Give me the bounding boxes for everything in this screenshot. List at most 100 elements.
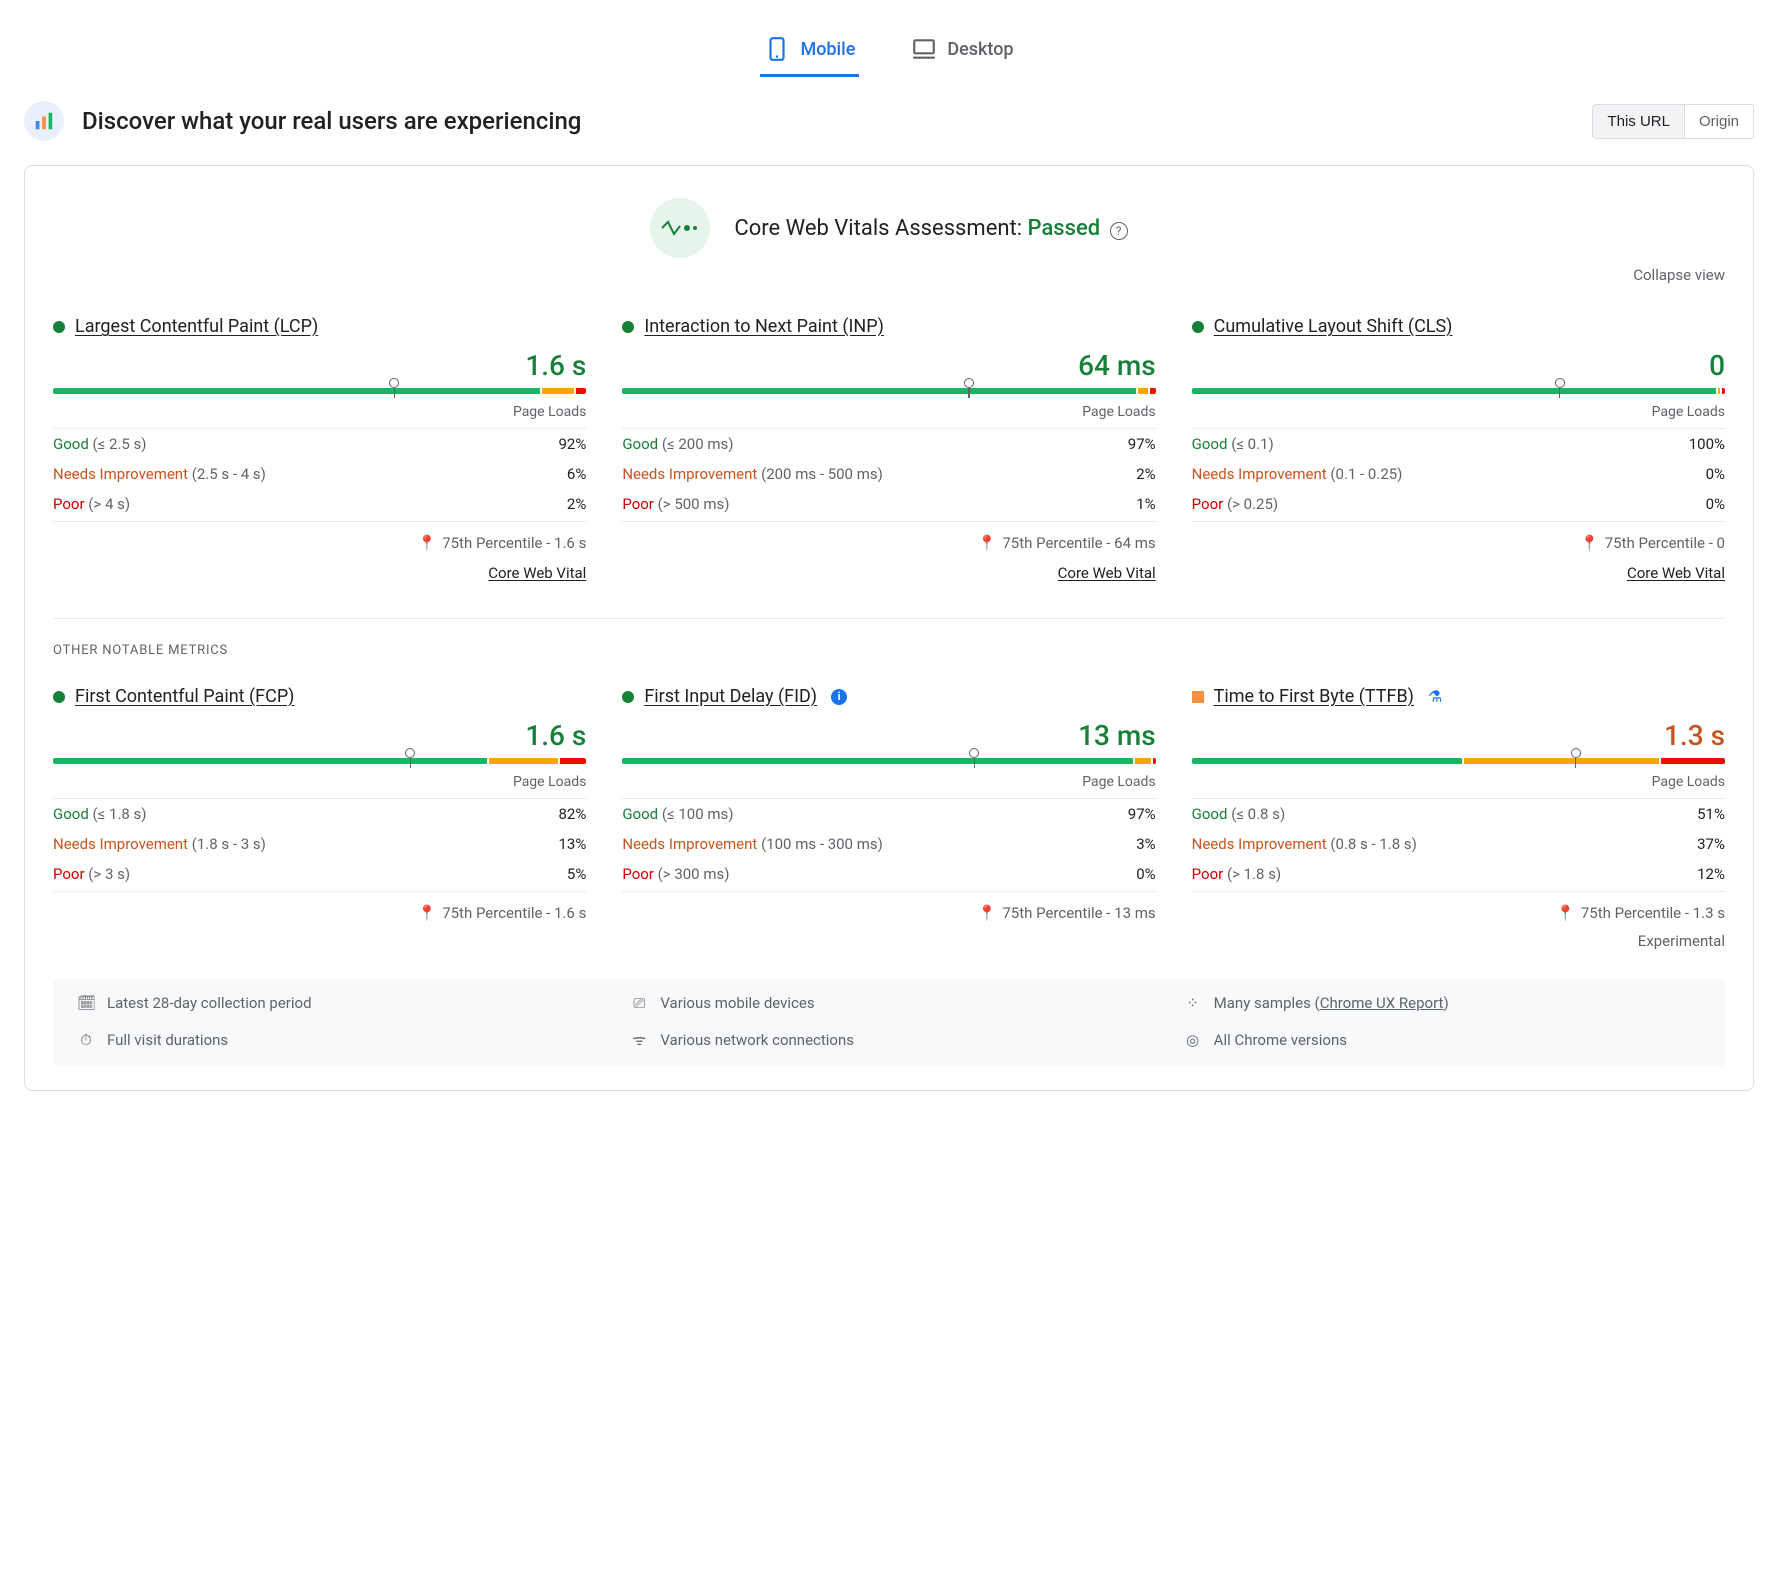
distribution-bar-fcp <box>53 758 586 764</box>
status-dot-good <box>53 691 65 703</box>
metric-value-ttfb: 1.3 s <box>1192 719 1725 752</box>
metric-ttfb: Time to First Byte (TTFB) ⚗︎ 1.3 s Page … <box>1192 686 1725 950</box>
good-pct: 97% <box>1128 805 1156 823</box>
distribution-bar-lcp <box>53 388 586 394</box>
metric-title-lcp[interactable]: Largest Contentful Paint (LCP) <box>75 316 318 337</box>
status-square-ni <box>1192 691 1204 703</box>
device-tabs: Mobile Desktop <box>24 0 1754 77</box>
poor-pct: 12% <box>1697 865 1725 883</box>
scope-origin[interactable]: Origin <box>1684 105 1753 138</box>
percentile-row: 📍 75th Percentile - 1.3 s <box>1192 892 1725 922</box>
good-pct: 100% <box>1689 435 1725 453</box>
percentile-marker <box>405 748 415 768</box>
mobile-icon <box>764 36 790 62</box>
chrome-icon: ◎ <box>1184 1031 1202 1049</box>
metric-fcp: First Contentful Paint (FCP) 1.6 s Page … <box>53 686 586 950</box>
stopwatch-icon: ⏱︎ <box>77 1031 95 1049</box>
percentile-row: 📍 75th Percentile - 64 ms <box>622 522 1155 552</box>
samples-icon: ⁘ <box>1184 994 1202 1012</box>
assessment-text: Core Web Vitals Assessment: Passed ? <box>734 216 1127 241</box>
tab-desktop[interactable]: Desktop <box>907 24 1017 77</box>
distribution-bar-fid <box>622 758 1155 764</box>
footer-network: ᯤ Various network connections <box>630 1030 1147 1050</box>
footer-period: 🗓︎ Latest 28-day collection period <box>77 994 594 1012</box>
distribution-bar-inp <box>622 388 1155 394</box>
experimental-label: Experimental <box>1192 922 1725 950</box>
pin-icon: 📍 <box>1580 534 1599 552</box>
metric-title-fid[interactable]: First Input Delay (FID) <box>644 686 817 707</box>
crux-icon <box>24 101 64 141</box>
core-web-vital-link[interactable]: Core Web Vital <box>1058 564 1156 582</box>
metric-fid: First Input Delay (FID) i 13 ms Page Loa… <box>622 686 1155 950</box>
metric-cls: Cumulative Layout Shift (CLS) 0 Page Loa… <box>1192 316 1725 582</box>
percentile-marker <box>1555 378 1565 398</box>
page-loads-label: Page Loads <box>622 404 1155 429</box>
core-web-vital-link[interactable]: Core Web Vital <box>1627 564 1725 582</box>
ni-pct: 2% <box>1136 465 1155 483</box>
metric-value-inp: 64 ms <box>622 349 1155 382</box>
percentile-row: 📍 75th Percentile - 1.6 s <box>53 522 586 552</box>
percentile-marker <box>389 378 399 398</box>
metric-lcp: Largest Contentful Paint (LCP) 1.6 s Pag… <box>53 316 586 582</box>
desktop-icon <box>911 36 937 62</box>
metrics-grid: Largest Contentful Paint (LCP) 1.6 s Pag… <box>53 316 1725 978</box>
summary-footer: 🗓︎ Latest 28-day collection period ⎚ Var… <box>53 978 1725 1066</box>
good-pct: 92% <box>558 435 586 453</box>
pin-icon: 📍 <box>978 904 997 922</box>
status-dot-good <box>1192 321 1204 333</box>
metric-title-cls[interactable]: Cumulative Layout Shift (CLS) <box>1214 316 1453 337</box>
metric-title-ttfb[interactable]: Time to First Byte (TTFB) <box>1214 686 1414 707</box>
metric-title-inp[interactable]: Interaction to Next Paint (INP) <box>644 316 884 337</box>
metric-value-fid: 13 ms <box>622 719 1155 752</box>
pin-icon: 📍 <box>418 904 437 922</box>
page-loads-label: Page Loads <box>1192 774 1725 799</box>
percentile-row: 📍 75th Percentile - 1.6 s <box>53 892 586 922</box>
devices-icon: ⎚ <box>630 994 648 1012</box>
good-pct: 82% <box>558 805 586 823</box>
percentile-marker <box>1571 748 1581 768</box>
status-dot-good <box>53 321 65 333</box>
page-loads-label: Page Loads <box>53 404 586 429</box>
good-pct: 97% <box>1128 435 1156 453</box>
poor-pct: 0% <box>1706 495 1725 513</box>
footer-chrome: ◎ All Chrome versions <box>1184 1030 1701 1050</box>
metric-title-fcp[interactable]: First Contentful Paint (FCP) <box>75 686 294 707</box>
scope-this-url[interactable]: This URL <box>1593 105 1684 138</box>
crux-report-link[interactable]: Chrome UX Report <box>1320 994 1444 1012</box>
percentile-marker <box>969 748 979 768</box>
other-notable-label: OTHER NOTABLE METRICS <box>53 618 1725 658</box>
metric-inp: Interaction to Next Paint (INP) 64 ms Pa… <box>622 316 1155 582</box>
footer-samples: ⁘ Many samples (Chrome UX Report) <box>1184 994 1701 1012</box>
scope-toggle: This URL Origin <box>1592 104 1754 139</box>
tab-desktop-label: Desktop <box>947 39 1013 60</box>
distribution-bar-ttfb <box>1192 758 1725 764</box>
good-pct: 51% <box>1697 805 1725 823</box>
poor-pct: 0% <box>1136 865 1155 883</box>
assessment-status: Passed <box>1028 216 1101 241</box>
page-loads-label: Page Loads <box>53 774 586 799</box>
footer-visits: ⏱︎ Full visit durations <box>77 1030 594 1050</box>
network-icon: ᯤ <box>630 1030 648 1050</box>
poor-pct: 5% <box>567 865 586 883</box>
percentile-row: 📍 75th Percentile - 0 <box>1192 522 1725 552</box>
metric-value-fcp: 1.6 s <box>53 719 586 752</box>
collapse-view[interactable]: Collapse view <box>53 266 1725 284</box>
distribution-bar-cls <box>1192 388 1725 394</box>
help-icon[interactable]: ? <box>1110 222 1128 240</box>
vitals-card: Core Web Vitals Assessment: Passed ? Col… <box>24 165 1754 1091</box>
tab-mobile[interactable]: Mobile <box>760 24 859 77</box>
pin-icon: 📍 <box>1556 904 1575 922</box>
percentile-marker <box>964 378 974 398</box>
ni-pct: 6% <box>567 465 586 483</box>
section-header: Discover what your real users are experi… <box>24 77 1754 165</box>
info-icon[interactable]: i <box>831 689 847 705</box>
core-web-vital-link[interactable]: Core Web Vital <box>488 564 586 582</box>
percentile-row: 📍 75th Percentile - 13 ms <box>622 892 1155 922</box>
assessment-row: Core Web Vitals Assessment: Passed ? <box>53 198 1725 258</box>
passed-badge-icon <box>650 198 710 258</box>
flask-icon[interactable]: ⚗︎ <box>1428 687 1442 706</box>
page-title: Discover what your real users are experi… <box>82 107 581 135</box>
metric-value-cls: 0 <box>1192 349 1725 382</box>
ni-pct: 0% <box>1706 465 1725 483</box>
page-loads-label: Page Loads <box>622 774 1155 799</box>
